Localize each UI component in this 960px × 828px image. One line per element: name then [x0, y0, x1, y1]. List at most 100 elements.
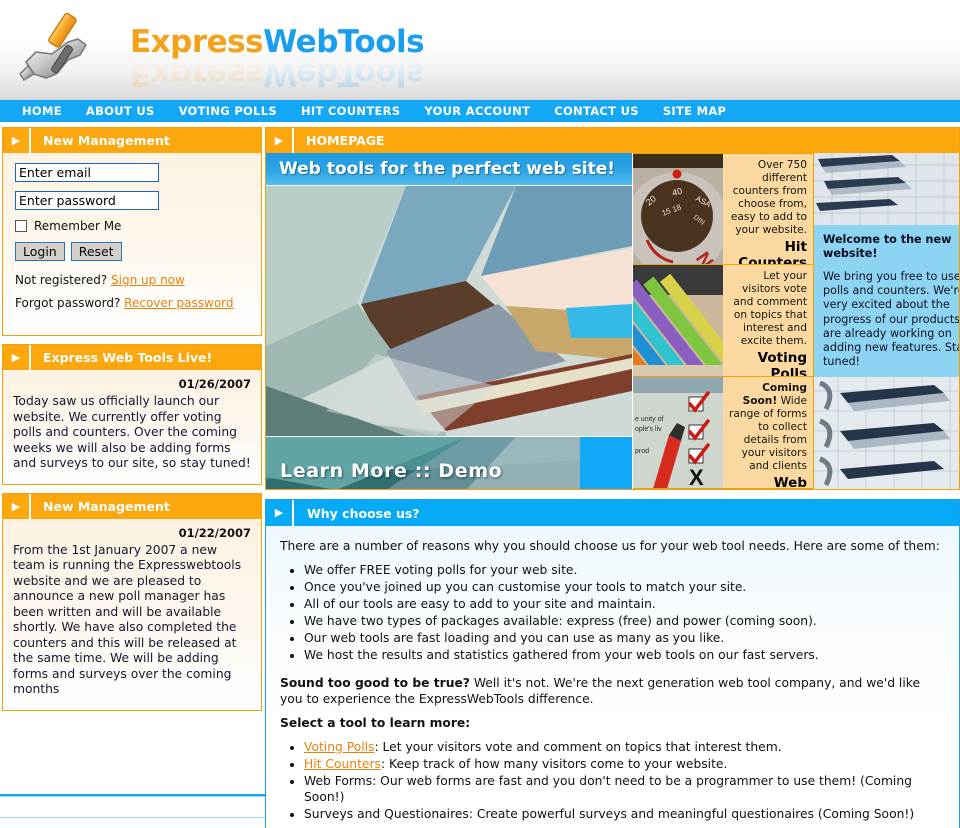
reset-button[interactable]: Reset	[70, 242, 122, 261]
news-panel-live: ▶ Express Web Tools Live! 01/26/2007 Tod…	[2, 344, 262, 485]
tool-item-web-forms: Web Forms: Our web forms are fast and yo…	[304, 773, 945, 805]
triangle-right-icon: ▶	[3, 345, 31, 370]
feature-web-forms-text: Coming Soon! Wide range of forms to coll…	[723, 377, 813, 488]
login-panel: ▶ New Management Remember Me Login Reset	[2, 127, 262, 336]
nav-item-about-us[interactable]: ABOUT US	[74, 104, 167, 118]
welcome-promo-column: Welcome to the new website! We bring you…	[814, 153, 959, 489]
news-panel-live-body: 01/26/2007 Today saw us officially launc…	[3, 370, 261, 484]
welcome-body-line: We bring you free to use	[823, 270, 959, 283]
spiral-notebook-pens-photo	[814, 377, 959, 489]
learn-more-demo-banner[interactable]: Learn More :: Demo	[266, 436, 632, 489]
checklist-pen-photo: e unity of ople's liv prod X	[633, 377, 723, 488]
feature-title: Voting Polls	[757, 350, 807, 377]
why-intro: There are a number of reasons why you sh…	[280, 539, 940, 553]
learn-more-demo-label: Learn More :: Demo	[280, 460, 503, 482]
left-sidebar: ▶ New Management Remember Me Login Reset	[0, 127, 265, 794]
news-panel-management-title: New Management	[43, 498, 170, 514]
svg-text:X: X	[689, 465, 704, 488]
page-root: ExpressWebTools ExpressWebTools HOME ABO…	[0, 0, 960, 828]
feature-column: 20 40 ASA 15 18 DIN N Over 750 different…	[632, 153, 814, 489]
triangle-right-icon: ▶	[266, 500, 294, 526]
why-choose-us-title: Why choose us?	[307, 505, 420, 521]
nav-item-home[interactable]: HOME	[10, 104, 74, 118]
reason-item: We offer FREE voting polls for your web …	[304, 562, 945, 578]
news-panel-live-title: Express Web Tools Live!	[43, 350, 213, 365]
homepage-grid: Web tools for the perfect web site! Lear…	[266, 153, 959, 489]
why-choose-us-panel: ▶ Why choose us? There are a number of r…	[265, 499, 960, 828]
tool-description: : Our web forms are fast and you don't n…	[304, 774, 912, 804]
email-field[interactable]	[15, 163, 159, 182]
news-text: Today saw us officially launch our websi…	[13, 394, 251, 470]
nav-item-voting-polls[interactable]: VOTING POLLS	[167, 104, 289, 118]
feature-description: Let your visitors vote and comment on to…	[733, 270, 807, 347]
welcome-body-line: very excited about the	[823, 298, 950, 312]
reason-item: Once you've joined up you can customise …	[304, 579, 945, 595]
reason-item: All of our tools are easy to add to your…	[304, 596, 945, 612]
recover-password-link[interactable]: Recover password	[124, 296, 233, 310]
welcome-body-line: adding new features. Stay	[823, 341, 959, 355]
site-logo-text: ExpressWebTools	[130, 24, 425, 60]
news-date: 01/26/2007	[178, 377, 251, 391]
password-field[interactable]	[15, 191, 159, 210]
signup-link[interactable]: Sign up now	[111, 273, 185, 287]
cta-blue-block	[580, 437, 632, 489]
main-content: ▶ New Management Remember Me Login Reset	[0, 122, 960, 828]
login-panel-header: ▶ New Management	[3, 128, 261, 153]
signup-line: Not registered? Sign up now	[15, 273, 251, 287]
tool-item-surveys: Surveys and Questionaires: Create powerf…	[304, 806, 945, 822]
feature-hit-counters-text: Over 750 different counters from choose …	[723, 154, 813, 264]
remember-me-checkbox[interactable]	[15, 220, 27, 232]
logo-text-part2: WebTools	[263, 24, 425, 60]
feature-web-forms[interactable]: e unity of ople's liv prod X Coming Soon…	[633, 377, 814, 489]
reason-item: We host the results and statistics gathe…	[304, 647, 945, 663]
svg-text:ople's liv: ople's liv	[635, 426, 662, 433]
select-tool-heading: Select a tool to learn more:	[280, 716, 471, 730]
welcome-body: We bring you free to use polls and count…	[823, 270, 959, 369]
welcome-message: Welcome to the new website! We bring you…	[814, 225, 959, 385]
homepage-panel-title: HOMEPAGE	[306, 133, 385, 148]
nav-item-your-account[interactable]: YOUR ACCOUNT	[412, 104, 542, 118]
triangle-right-icon: ▶	[3, 493, 31, 519]
pitch-paragraph: Sound too good to be true? Well it's not…	[280, 675, 945, 707]
nav-item-hit-counters[interactable]: HIT COUNTERS	[289, 104, 412, 118]
voting-polls-link[interactable]: Voting Polls	[304, 740, 374, 754]
tool-item-hit-counters: Hit Counters: Keep track of how many vis…	[304, 756, 945, 772]
triangle-right-icon: ▶	[3, 128, 31, 153]
tools-list: Voting Polls: Let your visitors vote and…	[280, 739, 945, 822]
triangle-right-icon: ▶	[266, 128, 294, 153]
right-content-column: ▶ HOMEPAGE Web tools for the perfect web…	[265, 127, 960, 828]
login-panel-title: New Management	[43, 133, 170, 148]
feature-voting-polls[interactable]: Let your visitors vote and comment on to…	[633, 265, 814, 377]
main-navigation: HOME ABOUT US VOTING POLLS HIT COUNTERS …	[0, 100, 960, 122]
tool-description: : Create powerful surveys and meaningful…	[468, 807, 915, 821]
login-button[interactable]: Login	[15, 242, 65, 261]
forgot-password-label: Forgot password?	[15, 296, 125, 310]
news-panel-management-header: ▶ New Management	[3, 493, 261, 519]
news-text: From the 1st January 2007 a new team is …	[13, 542, 242, 697]
remember-me-row[interactable]: Remember Me	[15, 219, 251, 233]
colored-pencils-photo	[633, 265, 723, 376]
logo-text-part1: Express	[130, 24, 264, 60]
surveys-label: Surveys and Questionaires	[304, 807, 469, 821]
why-choose-us-body: There are a number of reasons why you sh…	[266, 526, 959, 828]
reasons-list: We offer FREE voting polls for your web …	[280, 562, 945, 663]
nav-item-site-map[interactable]: SITE MAP	[651, 104, 738, 118]
site-header: ExpressWebTools ExpressWebTools	[0, 0, 960, 100]
feature-hit-counters[interactable]: 20 40 ASA 15 18 DIN N Over 750 different…	[633, 153, 814, 265]
feature-voting-polls-text: Let your visitors vote and comment on to…	[723, 265, 813, 376]
login-button-row: Login Reset	[15, 242, 251, 261]
tool-description: : Let your visitors vote and comment on …	[374, 740, 782, 754]
tool-item-voting-polls: Voting Polls: Let your visitors vote and…	[304, 739, 945, 755]
nav-item-contact-us[interactable]: CONTACT US	[542, 104, 651, 118]
reason-item: Our web tools are fast loading and you c…	[304, 630, 945, 646]
web-forms-label: Web Forms	[304, 774, 373, 788]
hit-counters-link[interactable]: Hit Counters	[304, 757, 381, 771]
screwdriver-wrench-icon	[12, 8, 100, 88]
tool-description: : Keep track of how many visitors come t…	[380, 757, 728, 771]
svg-text:prod: prod	[635, 448, 649, 455]
logo-reflection-part1: Express	[130, 56, 264, 92]
feature-title: Hit Counters	[738, 239, 807, 265]
feature-title: Web Forms	[773, 475, 807, 489]
news-panel-management-body: 01/22/2007 From the 1st January 2007 a n…	[3, 518, 261, 710]
remember-me-label: Remember Me	[34, 219, 122, 233]
